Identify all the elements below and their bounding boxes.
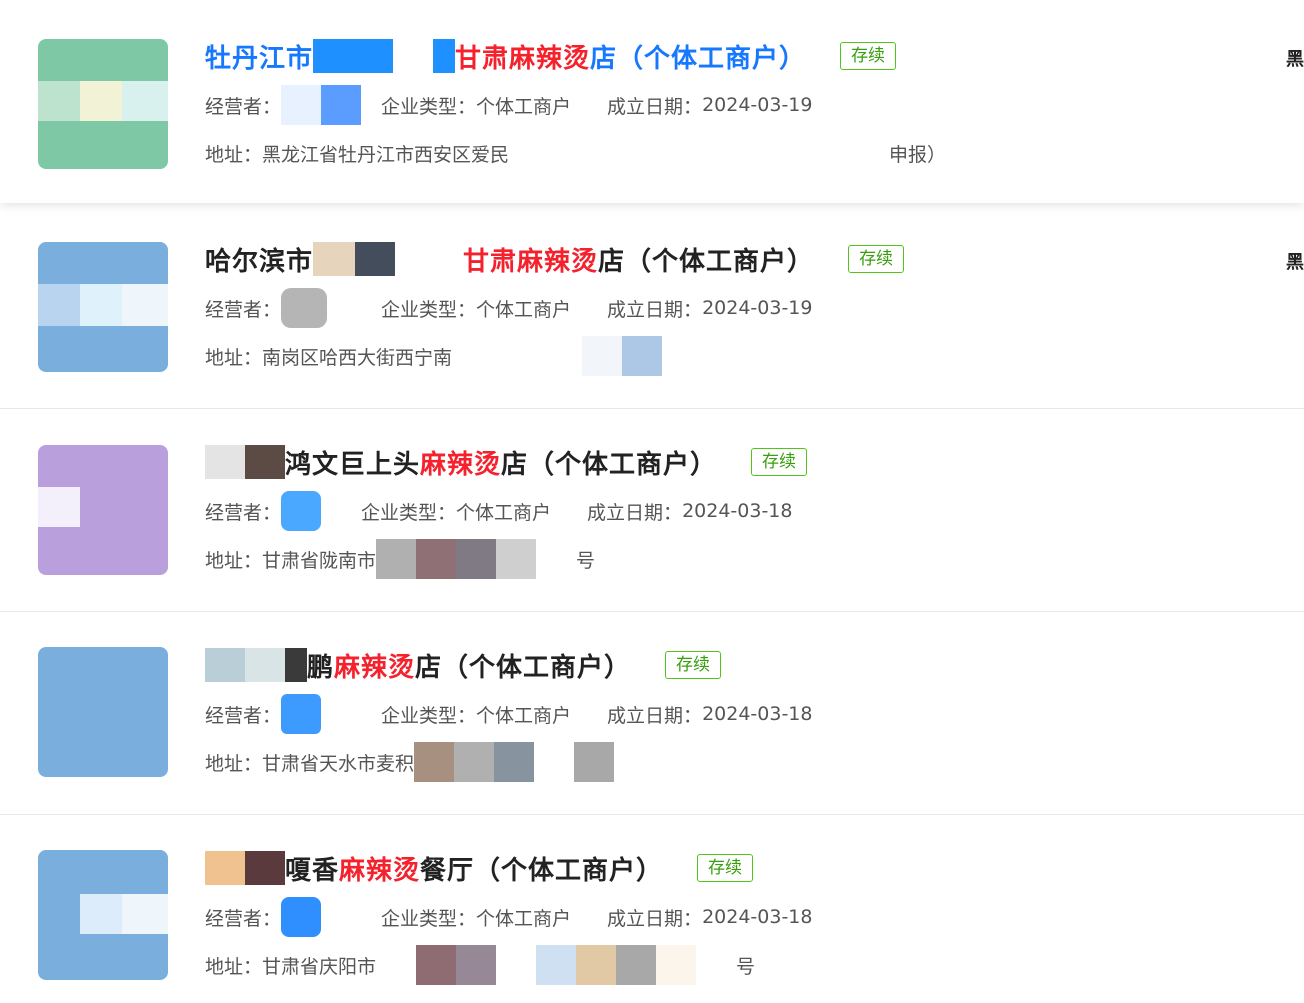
company-logo bbox=[38, 647, 168, 777]
company-name[interactable]: 嗄香 麻辣烫 餐厅（个体工商户） bbox=[205, 850, 663, 887]
result-card[interactable]: 鹏麻辣烫 店（个体工商户） 存续 经营者： 企业类型： 个体工商户 成立日期： 202… bbox=[0, 612, 1304, 815]
status-badge: 存续 bbox=[840, 42, 897, 70]
company-name[interactable]: 鸿文巨上头 麻辣烫 店（个体工商户） bbox=[205, 444, 717, 481]
company-logo bbox=[38, 242, 168, 372]
company-logo bbox=[38, 39, 168, 169]
result-card[interactable]: 鸿文巨上头 麻辣烫 店（个体工商户） 存续 经营者： 企业类型： 个体工商户 成立日期… bbox=[0, 409, 1304, 612]
status-badge: 存续 bbox=[665, 651, 722, 679]
company-logo bbox=[38, 850, 168, 980]
result-card[interactable]: 牡丹江市 甘肃 麻辣烫 店（个体工商户） 存续 经营者： 企业类型： 个体工商户 成立… bbox=[0, 0, 1304, 203]
result-card[interactable]: 哈尔滨市 甘肃 麻辣烫 店（个体工商户） 存续 经营者： 企业类型： 个体工商户 成立… bbox=[0, 206, 1304, 409]
status-badge: 存续 bbox=[848, 245, 905, 273]
status-badge: 存续 bbox=[697, 854, 754, 882]
company-name[interactable]: 哈尔滨市 甘肃 麻辣烫 店（个体工商户） bbox=[205, 241, 814, 278]
result-card[interactable]: 嗄香 麻辣烫 餐厅（个体工商户） 存续 经营者： 企业类型： 个体工商户 成立日期： 2… bbox=[0, 815, 1304, 1003]
company-name[interactable]: 鹏麻辣烫 店（个体工商户） bbox=[205, 647, 631, 684]
status-badge: 存续 bbox=[751, 448, 808, 476]
search-results-list: 牡丹江市 甘肃 麻辣烫 店（个体工商户） 存续 经营者： 企业类型： 个体工商户 成立… bbox=[0, 0, 1304, 1003]
company-logo bbox=[38, 445, 168, 575]
company-name[interactable]: 牡丹江市 甘肃 麻辣烫 店（个体工商户） bbox=[205, 38, 806, 75]
